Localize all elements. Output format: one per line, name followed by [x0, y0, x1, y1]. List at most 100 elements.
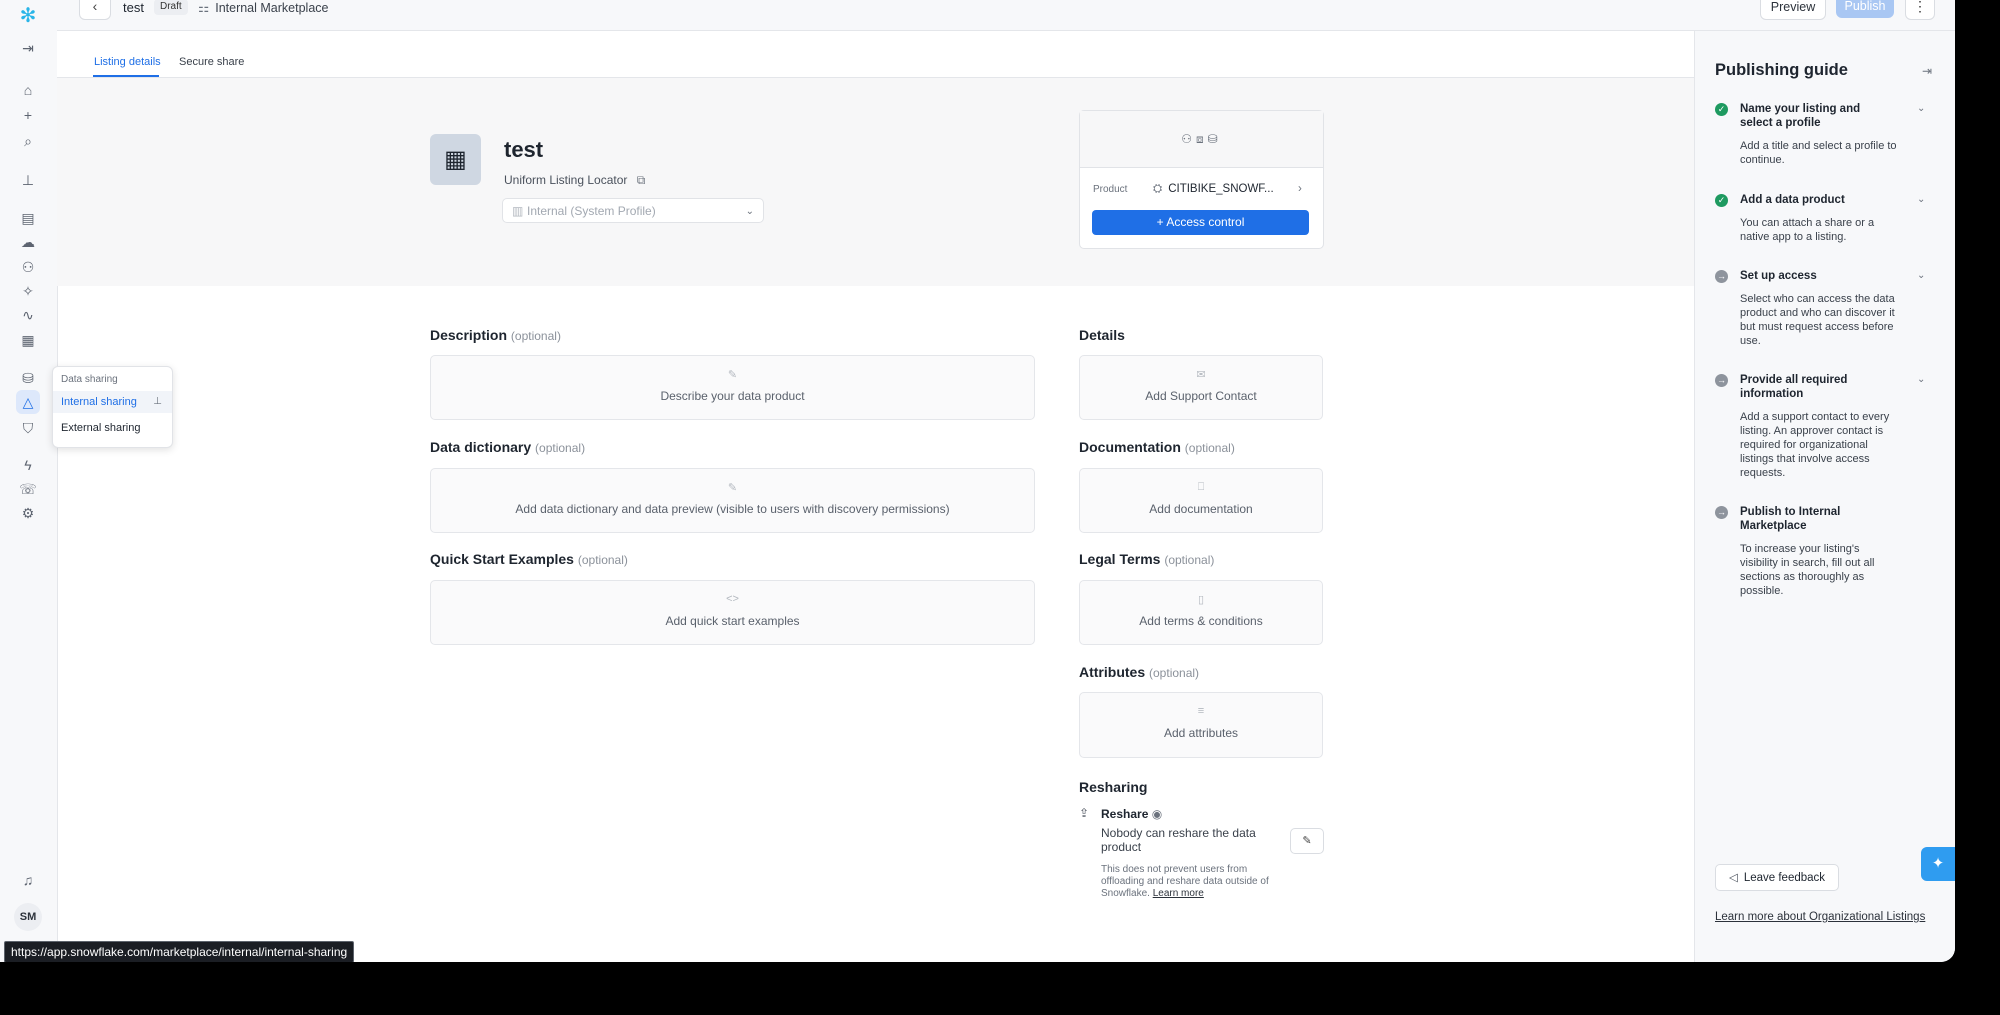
monitoring-icon[interactable]: ∿ — [18, 305, 38, 325]
chat-icon[interactable]: ☏ — [18, 479, 38, 499]
governance-shield-icon[interactable]: ⛉ — [18, 418, 38, 438]
database-icon[interactable]: ⛁ — [18, 368, 38, 388]
admin-icon[interactable]: ⚙ — [18, 503, 38, 523]
listing-title[interactable]: test — [504, 137, 543, 163]
ai-assistant-button[interactable]: ✦ — [1921, 847, 1955, 881]
chevron-down-icon[interactable]: ⌄ — [1917, 194, 1925, 205]
reshare-note: This does not prevent users from offload… — [1101, 864, 1286, 900]
pin-icon[interactable]: ⊥ — [153, 391, 162, 413]
description-box[interactable]: ✎ Describe your data product — [430, 355, 1035, 420]
leave-feedback-button[interactable]: ◁ Leave feedback — [1715, 864, 1839, 891]
documentation-box[interactable]: ⎕ Add documentation — [1079, 468, 1323, 533]
status-badge: Draft — [154, 0, 188, 15]
chevron-down-icon[interactable]: ⌄ — [1917, 374, 1925, 385]
menu-item-label: External sharing — [61, 422, 141, 434]
guide-step-desc: Add a title and select a profile to cont… — [1740, 140, 1897, 166]
marketplace-icon[interactable]: ▦ — [18, 330, 38, 350]
edit-resharing-button[interactable]: ✎ — [1290, 828, 1324, 854]
product-name: CITIBIKE_SNOWF... — [1168, 183, 1274, 195]
publish-button[interactable]: Publish — [1836, 0, 1894, 18]
plus-icon: + — [1156, 215, 1167, 229]
more-options-icon[interactable]: ⋮ — [1905, 0, 1935, 20]
back-button[interactable]: ‹ — [79, 0, 111, 20]
visibility-icon: ◉ — [1151, 807, 1163, 821]
home-icon[interactable]: ⌂ — [18, 80, 38, 100]
breadcrumb-label: Internal Marketplace — [215, 1, 329, 15]
pencil-icon: ✎ — [1302, 835, 1312, 847]
legal-terms-action: Add terms & conditions — [1139, 614, 1263, 628]
attributes-heading: Attributes (optional) — [1079, 664, 1199, 680]
projects-icon[interactable]: ▤ — [18, 208, 38, 228]
legal-terms-box[interactable]: ▯ Add terms & conditions — [1079, 580, 1323, 645]
description-title: Description — [430, 327, 508, 343]
listing-building-icon: ▦ — [430, 134, 481, 185]
publishing-guide-panel: Publishing guide ⇥ ✓ Name your listing a… — [1694, 31, 1955, 962]
compute-icon[interactable]: ϟ — [18, 455, 38, 475]
expand-sidebar-icon[interactable]: ⇥ — [18, 38, 38, 58]
profile-select[interactable]: ▥ Internal (System Profile) ⌄ — [502, 198, 764, 223]
menu-item-external-sharing[interactable]: External sharing — [53, 417, 172, 439]
share-icon: ⛭ — [1153, 183, 1163, 195]
documentation-title: Documentation — [1079, 439, 1181, 455]
optional-label: (optional) — [535, 441, 586, 455]
tab-secure-share[interactable]: Secure share — [179, 56, 244, 68]
data-dictionary-heading: Data dictionary (optional) — [430, 439, 585, 455]
ai-sparkle-icon[interactable]: ✧ — [18, 281, 38, 301]
listing-name: test — [123, 0, 144, 15]
document-icon: ▯ — [1197, 594, 1205, 606]
user-avatar[interactable]: SM — [14, 903, 42, 931]
support-contact-box[interactable]: ✉ Add Support Contact — [1079, 355, 1323, 420]
copy-icon[interactable]: ⧉ — [637, 173, 646, 187]
resharing-heading: Resharing — [1079, 779, 1148, 795]
listing-header — [57, 78, 1694, 286]
code-icon: <> — [726, 593, 739, 605]
product-type-icons: ⚇⧈⛁ — [1080, 111, 1323, 168]
attributes-box[interactable]: ≡ Add attributes — [1079, 692, 1323, 758]
menu-item-internal-sharing[interactable]: Internal sharing ⊥ — [53, 391, 172, 413]
notifications-bell-icon[interactable]: ♫ — [18, 870, 38, 890]
chevron-down-icon: ⌄ — [745, 206, 754, 217]
list-icon: ≡ — [1197, 705, 1205, 717]
description-action: Describe your data product — [660, 389, 805, 403]
profile-placeholder: Internal (System Profile) — [527, 204, 656, 218]
arrow-circle-icon: → — [1715, 374, 1728, 387]
guide-step-desc: Add a support contact to every listing. … — [1740, 411, 1890, 479]
feedback-label: Leave feedback — [1743, 872, 1826, 884]
optional-label: (optional) — [1184, 441, 1235, 455]
collapse-panel-icon[interactable]: ⇥ — [1922, 64, 1932, 78]
mail-icon: ✉ — [1196, 369, 1206, 381]
guide-step-desc: To increase your listing's visibility in… — [1740, 543, 1875, 597]
data-dictionary-box[interactable]: ✎ Add data dictionary and data preview (… — [430, 468, 1035, 533]
tab-listing-details[interactable]: Listing details — [94, 56, 161, 68]
product-card: ⚇⧈⛁ Product ⛭ CITIBIKE_SNOWF... › + Access… — [1079, 110, 1324, 249]
search-icon[interactable]: ⌕ — [18, 131, 38, 151]
active-tab-indicator — [93, 75, 159, 77]
plus-icon[interactable]: + — [18, 105, 38, 125]
data-icon[interactable]: ☁ — [18, 232, 38, 252]
reshare-icon: ⇪ — [1079, 806, 1090, 820]
chevron-down-icon[interactable]: ⌄ — [1917, 270, 1925, 281]
reshare-status: Nobody can reshare the data product — [1101, 826, 1256, 854]
breadcrumb[interactable]: ⚏ Internal Marketplace — [198, 0, 328, 15]
preview-button[interactable]: Preview — [1760, 0, 1826, 20]
ai-ml-icon[interactable]: ⚇ — [18, 257, 38, 277]
chevron-down-icon[interactable]: ⌄ — [1917, 103, 1925, 114]
top-bar: ‹ test Draft ⚏ Internal Marketplace Previ… — [57, 0, 1955, 31]
megaphone-icon: ◁ — [1728, 872, 1738, 884]
learn-more-link[interactable]: Learn more — [1153, 888, 1204, 899]
menu-heading: Data sharing — [61, 374, 118, 385]
snowflake-logo-icon[interactable]: ✻ — [18, 6, 38, 26]
edit-icon: ✎ — [727, 369, 738, 381]
arrow-circle-icon: → — [1715, 506, 1728, 519]
legal-terms-title: Legal Terms — [1079, 551, 1161, 567]
marketplace-icon: ⚏ — [198, 1, 210, 15]
description-heading: Description (optional) — [430, 327, 561, 343]
learn-more-org-listings-link[interactable]: Learn more about Organizational Listings — [1715, 911, 1925, 923]
data-sharing-icon[interactable]: △ — [16, 390, 40, 414]
pin-icon[interactable]: ⊥ — [18, 170, 38, 190]
quick-start-action: Add quick start examples — [665, 614, 800, 628]
edit-icon: ✎ — [727, 482, 738, 494]
quick-start-box[interactable]: <> Add quick start examples — [430, 580, 1035, 645]
access-control-button[interactable]: + Access control — [1092, 210, 1309, 235]
product-value[interactable]: ⛭ CITIBIKE_SNOWF... › — [1153, 183, 1302, 196]
